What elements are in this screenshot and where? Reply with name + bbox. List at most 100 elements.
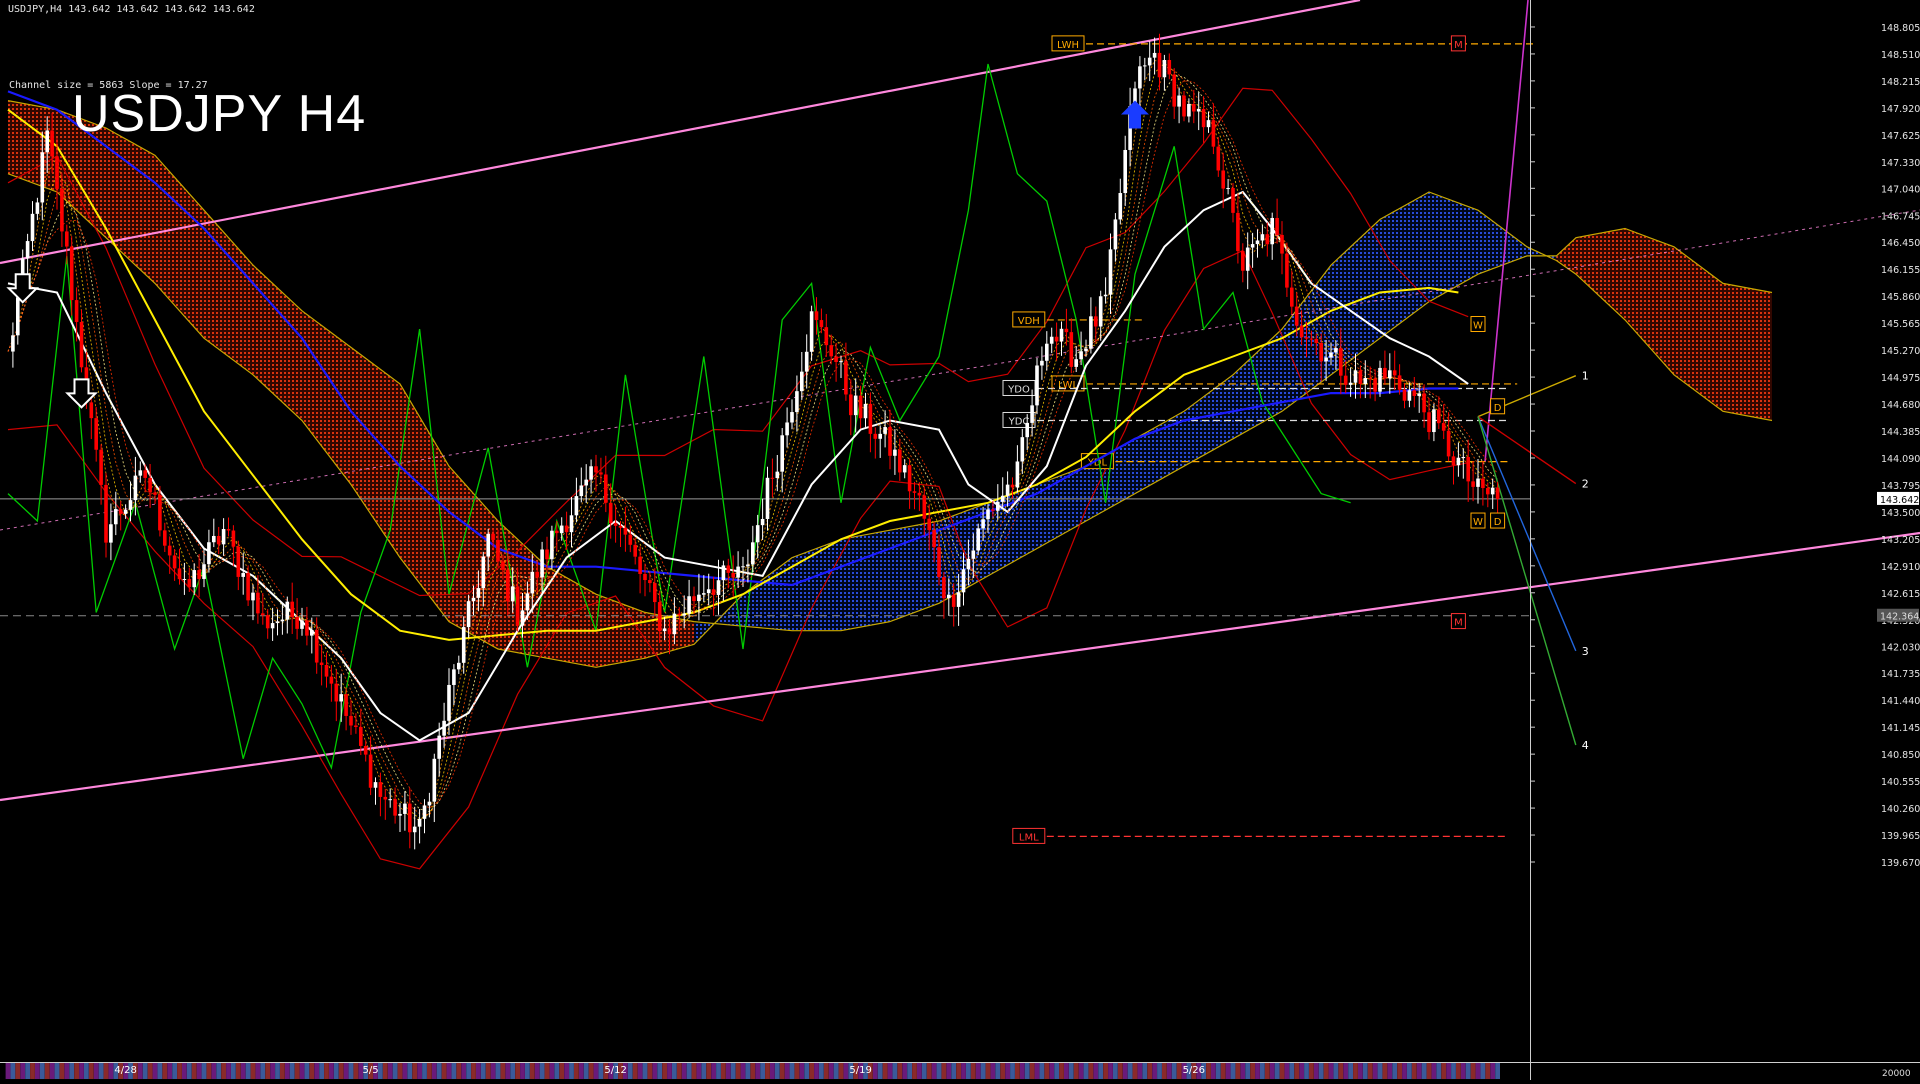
volume-bar — [784, 1063, 790, 1079]
volume-bar — [1436, 1063, 1442, 1079]
price-tick-label: 140.850 — [1881, 750, 1920, 761]
candle-body — [476, 588, 481, 598]
candle-body — [236, 546, 241, 577]
volume-bar — [1064, 1063, 1069, 1079]
volume-bar — [686, 1063, 692, 1079]
candle-body — [657, 602, 662, 632]
volume-bar — [1000, 1063, 1006, 1079]
volume-bar — [480, 1063, 486, 1079]
volume-scale-label: 20000 — [1882, 1069, 1911, 1079]
candle-body — [368, 754, 373, 788]
volume-bar — [64, 1063, 70, 1079]
volume-bar — [10, 1063, 16, 1079]
volume-bar — [549, 1063, 555, 1079]
candle-body — [1035, 365, 1039, 406]
candle-body — [177, 568, 182, 580]
volume-bar — [902, 1063, 908, 1079]
volume-bar — [231, 1063, 236, 1079]
candle-body — [329, 676, 334, 684]
volume-bar — [598, 1063, 604, 1079]
volume-bar — [30, 1063, 35, 1079]
volume-bar — [1044, 1063, 1050, 1079]
candle-body — [1010, 484, 1015, 488]
price-tick-label: 146.745 — [1881, 211, 1920, 222]
volume-bar — [1431, 1063, 1437, 1079]
volume-bar — [652, 1063, 658, 1079]
volume-bar — [319, 1063, 324, 1079]
volume-bar — [387, 1063, 393, 1079]
candle-body — [868, 403, 873, 434]
price-tick-label: 139.670 — [1881, 858, 1920, 869]
volume-bar — [593, 1063, 599, 1079]
candle-body — [466, 601, 471, 628]
candle-body — [971, 550, 976, 559]
candle-body — [310, 629, 314, 636]
candle-body — [1177, 95, 1181, 107]
volume-bar — [637, 1063, 643, 1079]
volume-bar — [1093, 1063, 1099, 1079]
price-tick-label: 147.920 — [1881, 104, 1920, 115]
price-tick-label: 144.680 — [1881, 400, 1920, 411]
candle-body — [770, 477, 775, 479]
volume-bar — [539, 1063, 545, 1079]
volume-bar — [1279, 1063, 1285, 1079]
volume-bar — [1152, 1063, 1157, 1079]
volume-bar — [412, 1063, 418, 1079]
volume-bar — [177, 1063, 182, 1079]
marker-label-w: W — [1473, 517, 1483, 528]
volume-bar — [1367, 1063, 1373, 1079]
date-label: 5/19 — [849, 1065, 871, 1076]
candle-body — [1162, 60, 1167, 78]
candle-body — [1123, 149, 1127, 194]
volume-bar — [990, 1063, 996, 1079]
volume-bar — [564, 1063, 569, 1079]
candle-body — [1461, 457, 1466, 459]
volume-bar — [186, 1063, 192, 1079]
volume-bar — [1343, 1063, 1349, 1079]
candle-body — [1098, 296, 1103, 327]
price-tick-label: 145.270 — [1881, 346, 1920, 357]
volume-bar — [1289, 1063, 1295, 1079]
candle-body — [736, 566, 740, 578]
volume-bar — [1333, 1063, 1339, 1079]
candle-body — [1069, 332, 1074, 367]
candle-body — [118, 509, 123, 514]
candle-body — [123, 509, 128, 514]
candle-body — [819, 320, 824, 328]
candle-body — [212, 535, 216, 543]
candle-body — [1280, 234, 1284, 254]
volume-bar — [583, 1063, 589, 1079]
candle-body — [373, 782, 378, 788]
level-label-lwh: LWH — [1057, 40, 1079, 51]
volume-bar — [79, 1063, 84, 1079]
candle-body — [55, 156, 59, 189]
volume-bar — [299, 1063, 305, 1079]
date-label: 4/28 — [114, 1065, 136, 1076]
volume-bar — [500, 1063, 506, 1079]
volume-bar — [446, 1063, 452, 1079]
volume-bar — [1225, 1063, 1231, 1079]
candle-body — [697, 594, 701, 602]
volume-bar — [510, 1063, 516, 1079]
candle-body — [1236, 212, 1240, 252]
candle-body — [1495, 487, 1500, 499]
candle-body — [893, 449, 897, 456]
volume-bar — [5, 1063, 11, 1079]
price-chart[interactable]: LWH VDH LWL YDO YDC YDL LML MMWDWD1234 148.805… — [0, 0, 1920, 1080]
volume-bar — [1328, 1063, 1334, 1079]
volume-bar — [216, 1063, 222, 1079]
volume-bar — [706, 1063, 712, 1079]
volume-bar — [1010, 1063, 1015, 1079]
candle-body — [741, 566, 745, 568]
candle-body — [138, 470, 143, 476]
candle-body — [314, 629, 319, 663]
volume-bar — [740, 1063, 746, 1079]
candle-body — [447, 684, 451, 721]
candle-body — [550, 530, 554, 560]
candle-body — [1260, 234, 1265, 241]
candle-body — [1270, 217, 1274, 245]
volume-bar — [206, 1063, 212, 1079]
candle-body — [604, 474, 608, 503]
candle-body — [305, 620, 309, 636]
candle-body — [702, 593, 706, 595]
